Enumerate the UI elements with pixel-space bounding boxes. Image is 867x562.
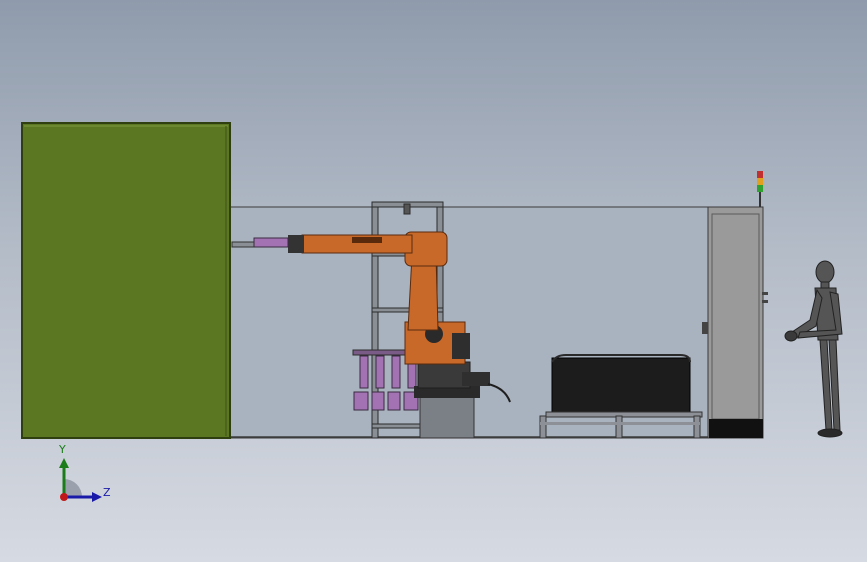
axis-y-label: Y bbox=[59, 443, 66, 456]
human-operator bbox=[784, 260, 843, 438]
signal-tower-light bbox=[757, 171, 763, 207]
electrical-cabinet bbox=[702, 206, 768, 439]
robot-pedestal bbox=[414, 386, 480, 439]
cad-viewport[interactable] bbox=[0, 0, 867, 562]
axis-triad bbox=[59, 458, 102, 502]
green-enclosure-panel bbox=[21, 122, 231, 439]
axis-z-label: Z bbox=[103, 486, 111, 499]
